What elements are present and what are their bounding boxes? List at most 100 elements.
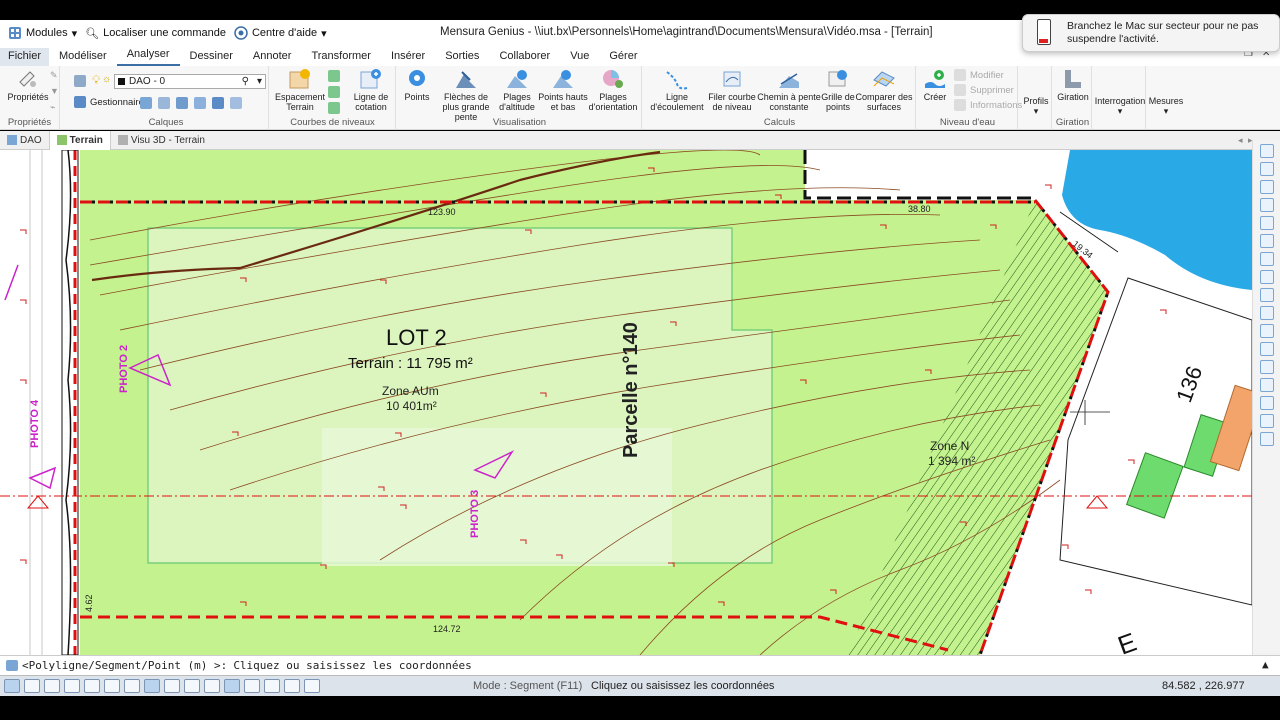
command-expand-icon[interactable]: ▲ <box>1262 658 1269 671</box>
espacement-terrain-button[interactable]: Espacement Terrain <box>272 68 328 112</box>
snap-2d-icon[interactable] <box>164 679 180 693</box>
points-button[interactable]: Points <box>400 68 434 102</box>
lineweight-icon[interactable] <box>224 679 240 693</box>
polar-icon[interactable] <box>124 679 140 693</box>
view-tool-icon[interactable] <box>1260 342 1274 356</box>
tab-transformer[interactable]: Transformer <box>301 50 381 66</box>
view-tool-icon[interactable] <box>1260 234 1274 248</box>
group-courbes: Espacement Terrain Ligne de cotation Cou… <box>270 66 396 130</box>
layer-tool-icon[interactable] <box>158 97 170 109</box>
tab-dessiner[interactable]: Dessiner <box>180 50 243 66</box>
modules-menu[interactable]: Modules ▾ <box>8 26 77 40</box>
ligne-cotation-button[interactable]: Ligne de cotation <box>348 68 394 112</box>
right-view-toolbar <box>1252 140 1280 655</box>
fleches-button[interactable]: Flèches de plus grande pente <box>436 68 496 122</box>
zoom-out-icon[interactable] <box>1260 162 1274 176</box>
tab-collaborer[interactable]: Collaborer <box>489 50 560 66</box>
tab-sorties[interactable]: Sorties <box>435 50 489 66</box>
layers-icon[interactable] <box>74 75 86 87</box>
contour-tool-icon[interactable] <box>328 70 340 82</box>
object-snap-icon[interactable] <box>144 679 160 693</box>
interrogation-button[interactable]: Interrogation ▾ <box>1094 96 1146 116</box>
creer-button[interactable]: Créer <box>920 68 950 102</box>
tab-gerer[interactable]: Gérer <box>599 50 647 66</box>
contour-tool-icon[interactable] <box>328 102 340 114</box>
selection-cycle-icon[interactable] <box>304 679 320 693</box>
layer-manager-button[interactable]: Gestionnaire <box>74 96 144 108</box>
select-icon[interactable] <box>24 679 40 693</box>
lightbulb-icon[interactable]: 💡︎ <box>92 73 100 88</box>
grid-icon[interactable] <box>44 679 60 693</box>
filter-icon[interactable]: ▼ <box>50 86 59 96</box>
transparency-icon[interactable] <box>244 679 260 693</box>
plages-orientation-button[interactable]: Plages d'orientation <box>588 68 638 112</box>
drawing-canvas[interactable]: LOT 2 Terrain : 11 795 m² Zone AUm 10 40… <box>0 150 1252 655</box>
print-icon[interactable] <box>264 679 280 693</box>
mesures-button[interactable]: Mesures ▾ <box>1148 96 1184 116</box>
angle-icon[interactable] <box>104 679 120 693</box>
profils-button[interactable]: Profils ▾ <box>1020 96 1052 116</box>
pencil-icon[interactable]: ✎ <box>50 70 58 81</box>
proprietes-button[interactable]: Propriétés <box>6 68 50 102</box>
giration-button[interactable]: Giration <box>1056 68 1090 102</box>
layer-tool-icon[interactable] <box>230 97 242 109</box>
giration-icon <box>1061 68 1085 90</box>
layer-tool-icon[interactable] <box>176 97 188 109</box>
help-center[interactable]: Centre d'aide ▾ <box>234 26 327 40</box>
search-command[interactable]: 🔍︎ Localiser une commande <box>85 27 226 40</box>
modifier-button[interactable]: Modifier <box>954 69 1004 81</box>
layer-tool-icon[interactable] <box>140 97 152 109</box>
view-tool-icon[interactable] <box>1260 324 1274 338</box>
view-tool-icon[interactable] <box>1260 360 1274 374</box>
tab-annoter[interactable]: Annoter <box>243 50 302 66</box>
zoom-extents-icon[interactable] <box>1260 180 1274 194</box>
supprimer-button[interactable]: Supprimer <box>954 84 1014 96</box>
tab-terrain[interactable]: Terrain <box>48 130 111 150</box>
view-tool-icon[interactable] <box>1260 378 1274 392</box>
tab-scroll-left-icon[interactable]: ◂ <box>1238 135 1243 146</box>
tab-visu-3d[interactable]: Visu 3D - Terrain <box>111 131 212 150</box>
tracking-icon[interactable] <box>204 679 220 693</box>
comparer-surfaces-button[interactable]: Comparer des surfaces <box>854 68 914 112</box>
filer-courbe-button[interactable]: Filer courbe de niveau <box>708 68 756 112</box>
magnet-icon[interactable] <box>1260 414 1274 428</box>
rotate-icon[interactable] <box>1260 306 1274 320</box>
orientation-ranges-icon <box>601 68 625 90</box>
close-view-icon[interactable] <box>1260 270 1274 284</box>
grille-points-button[interactable]: Grille de points <box>820 68 856 112</box>
tab-dao[interactable]: DAO <box>0 131 49 150</box>
ligne-ecoulement-button[interactable]: Ligne d'écoulement <box>644 68 710 112</box>
brush-icon[interactable]: ⌁ <box>50 102 55 113</box>
view-tool-icon[interactable] <box>1260 396 1274 410</box>
plan-drawing[interactable]: LOT 2 Terrain : 11 795 m² Zone AUm 10 40… <box>0 150 1252 655</box>
tab-analyser[interactable]: Analyser <box>116 48 180 66</box>
layer-tool-icon[interactable] <box>212 97 224 109</box>
curve-icon[interactable] <box>84 679 100 693</box>
points-hauts-button[interactable]: Points hauts et bas <box>538 68 588 112</box>
zoom-window-icon[interactable] <box>1260 198 1274 212</box>
layer-select[interactable]: DAO - 0 ⚲ ▾ <box>114 74 266 89</box>
magnet-icon[interactable] <box>1260 432 1274 446</box>
plages-altitude-button[interactable]: Plages d'altitude <box>498 68 536 112</box>
battery-notification[interactable]: Branchez le Mac sur secteur pour ne pas … <box>1022 14 1280 52</box>
tab-fichier[interactable]: Fichier <box>0 48 50 66</box>
command-input[interactable] <box>233 659 834 672</box>
contour-tool-icon[interactable] <box>328 86 340 98</box>
snap-3d-icon[interactable] <box>184 679 200 693</box>
sun-icon[interactable]: ☼ <box>102 74 111 85</box>
view-tool-icon[interactable] <box>1260 288 1274 302</box>
view-tool-icon[interactable] <box>1260 252 1274 266</box>
tab-inserer[interactable]: Insérer <box>381 50 435 66</box>
ortho-icon[interactable] <box>64 679 80 693</box>
zoom-in-icon[interactable] <box>1260 144 1274 158</box>
layer-tool-icon[interactable] <box>194 97 206 109</box>
tab-vue[interactable]: Vue <box>560 50 599 66</box>
ligne-ecoulement-label: Ligne d'écoulement <box>650 92 704 112</box>
pan-icon[interactable] <box>1260 216 1274 230</box>
pdf-icon[interactable] <box>284 679 300 693</box>
group-label: Courbes de niveaux <box>290 117 375 128</box>
informations-button[interactable]: Informations <box>954 99 1022 111</box>
chemin-pente-button[interactable]: Chemin à pente constante <box>756 68 822 112</box>
snap-icon[interactable] <box>4 679 20 693</box>
tab-modeliser[interactable]: Modéliser <box>49 50 117 66</box>
